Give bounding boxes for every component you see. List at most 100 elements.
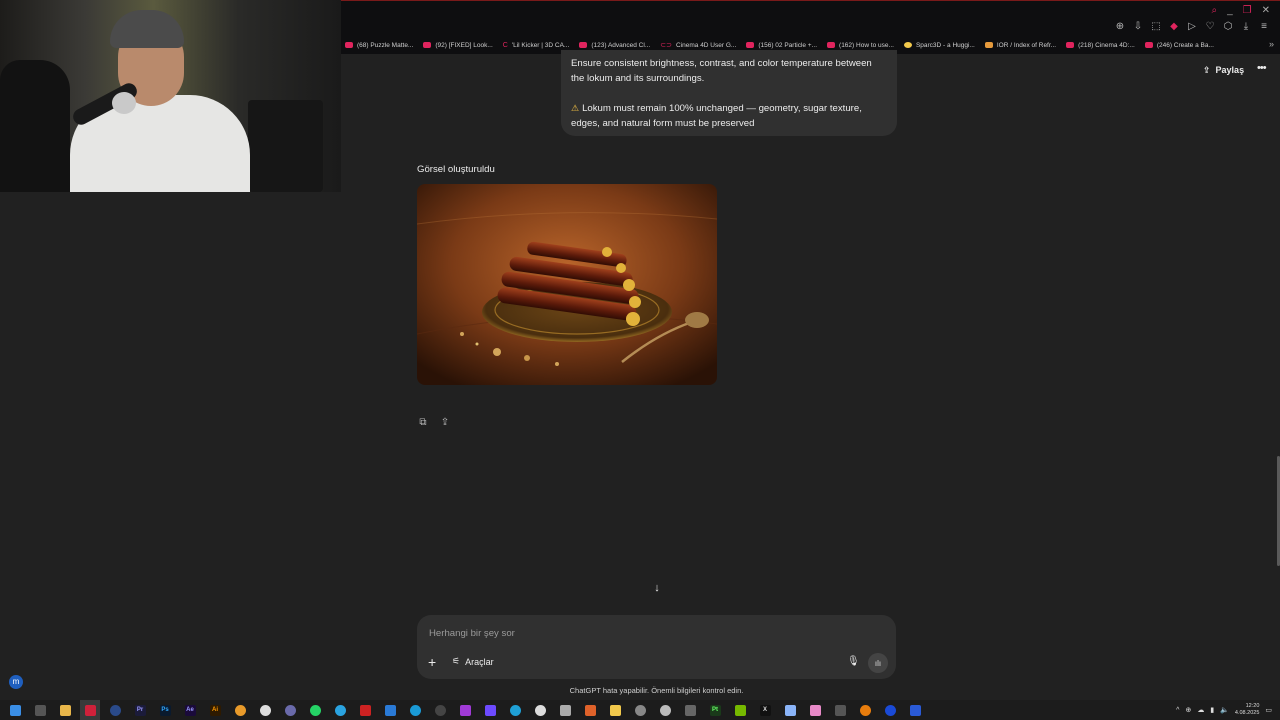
app-icon[interactable] xyxy=(680,700,700,720)
bookmark-item[interactable]: C 'Lil Kicker | 3D CA... xyxy=(503,38,570,52)
youtube-icon xyxy=(746,42,755,48)
huggingface-icon xyxy=(903,42,912,48)
cloud-icon[interactable]: ☁ xyxy=(1197,706,1204,714)
network-icon[interactable]: ⊕ xyxy=(1185,706,1191,714)
app-icon[interactable] xyxy=(555,700,575,720)
play-icon[interactable]: ▷ xyxy=(1186,21,1198,32)
window-border xyxy=(340,0,1280,1)
cube-icon[interactable]: ⬡ xyxy=(1222,21,1234,32)
zoom-icon[interactable]: ⊕ xyxy=(1114,21,1126,32)
close-icon[interactable]: ✕ xyxy=(1262,5,1270,16)
extension-icons: ⊕ ⇩ ⬚ ◆ ▷ ♡ ⬡ ⤓ ≡ xyxy=(1114,21,1270,32)
user-message-warning: ⚠ Lokum must remain 100% unchanged — geom… xyxy=(571,103,862,129)
chevron-right-icon[interactable]: » xyxy=(1269,39,1274,49)
bookmark-item[interactable]: (68) Puzzle Matte... xyxy=(345,38,413,52)
message-composer: + ⚟ Araçlar 🎙 ılı xyxy=(417,615,896,679)
scroll-down-icon[interactable]: ↓ xyxy=(649,582,665,598)
premiere-icon[interactable]: Pr xyxy=(130,700,150,720)
system-tray: ^ ⊕ ☁ ▮ 🔈 12:20 4.08.2025 ▭ xyxy=(1176,700,1272,720)
share-icon[interactable]: ⇪ xyxy=(439,416,451,428)
app-icon[interactable] xyxy=(355,700,375,720)
youtube-icon xyxy=(423,42,432,48)
microphone xyxy=(112,92,136,114)
chevron-up-icon[interactable]: ^ xyxy=(1176,707,1179,714)
share-button[interactable]: ⇪ Paylaş xyxy=(1203,62,1244,78)
shield-icon[interactable]: ◆ xyxy=(1168,21,1180,32)
minimize-icon[interactable]: _ xyxy=(1227,5,1233,16)
app-icon[interactable] xyxy=(455,700,475,720)
search-icon[interactable] xyxy=(230,700,250,720)
windows-start-icon[interactable] xyxy=(5,700,25,720)
youtube-icon xyxy=(1066,42,1075,48)
app-icon[interactable] xyxy=(905,700,925,720)
app-icon[interactable] xyxy=(780,700,800,720)
microphone-icon[interactable]: 🎙 xyxy=(847,656,860,667)
taskbar: Pr Ps Ae Ai Pt X ^ ⊕ ☁ ▮ 🔈 12:20 4.08.20… xyxy=(0,700,1280,720)
photoshop-icon[interactable]: Ps xyxy=(155,700,175,720)
notification-icon[interactable]: ▭ xyxy=(1265,706,1272,714)
blender-icon[interactable] xyxy=(855,700,875,720)
plus-icon[interactable]: + xyxy=(428,655,436,669)
edge-icon[interactable] xyxy=(505,700,525,720)
nvidia-icon[interactable] xyxy=(730,700,750,720)
copy-icon[interactable]: ⧉ xyxy=(417,416,429,428)
app-icon[interactable] xyxy=(630,700,650,720)
c4d-icon[interactable] xyxy=(880,700,900,720)
bookmark-item[interactable]: IOR / Index of Refr... xyxy=(984,38,1056,52)
window-controls: ⌕ _ ❐ ✕ xyxy=(1211,5,1270,16)
avatar[interactable]: m xyxy=(9,675,23,689)
file-explorer-icon[interactable] xyxy=(55,700,75,720)
generated-image[interactable] xyxy=(417,184,717,385)
tools-label: Araçlar xyxy=(465,656,494,667)
bookmark-item[interactable]: (218) Cinema 4D:... xyxy=(1066,38,1135,52)
more-options-icon[interactable]: ••• xyxy=(1257,62,1267,74)
app-icon[interactable] xyxy=(280,700,300,720)
disclaimer: ChatGPT hata yapabilir. Önemli bilgileri… xyxy=(569,686,744,695)
telegram-icon[interactable] xyxy=(330,700,350,720)
bookmark-item[interactable]: (92) [FIXED] Look... xyxy=(423,38,493,52)
download-icon[interactable]: ⤓ xyxy=(1240,21,1252,32)
chatgpt-icon[interactable] xyxy=(655,700,675,720)
app-icon[interactable] xyxy=(805,700,825,720)
image-generated-label: Görsel oluşturuldu xyxy=(417,164,495,175)
usb-icon[interactable]: ▮ xyxy=(1210,706,1214,714)
illustrator-icon[interactable]: Ai xyxy=(205,700,225,720)
app-icon[interactable] xyxy=(580,700,600,720)
share-label: Paylaş xyxy=(1215,65,1245,75)
speaker-icon[interactable]: 🔈 xyxy=(1220,706,1229,714)
bookmark-item[interactable]: (246) Create a Ba... xyxy=(1144,38,1214,52)
x-icon[interactable]: X xyxy=(755,700,775,720)
screenshot-icon[interactable]: ⬚ xyxy=(1150,21,1162,32)
app-icon[interactable] xyxy=(830,700,850,720)
voice-mode-icon[interactable]: ılı xyxy=(868,653,888,673)
youtube-icon xyxy=(579,42,588,48)
bookmark-item[interactable]: Sparc3D - a Huggi... xyxy=(903,38,975,52)
webcam-overlay xyxy=(0,0,341,192)
menu-icon[interactable]: ≡ xyxy=(1258,21,1270,32)
after-effects-icon[interactable]: Ae xyxy=(180,700,200,720)
task-view-icon[interactable] xyxy=(30,700,50,720)
whatsapp-icon[interactable] xyxy=(305,700,325,720)
opera-icon[interactable] xyxy=(80,700,100,720)
webcam-chair xyxy=(0,60,70,192)
proton-icon[interactable] xyxy=(480,700,500,720)
davinci-icon[interactable] xyxy=(430,700,450,720)
pin-icon[interactable]: ⇩ xyxy=(1132,21,1144,32)
tools-button[interactable]: ⚟ Araçlar xyxy=(452,656,494,667)
app-icon[interactable] xyxy=(380,700,400,720)
heart-icon[interactable]: ♡ xyxy=(1204,21,1216,32)
webcam-furniture xyxy=(248,100,323,192)
message-input[interactable] xyxy=(429,625,869,641)
chatgpt-icon[interactable] xyxy=(530,700,550,720)
restore-icon[interactable]: ❐ xyxy=(1243,5,1252,16)
app-icon[interactable] xyxy=(605,700,625,720)
youtube-icon xyxy=(345,42,353,48)
web-icon xyxy=(984,42,993,48)
search-icon[interactable]: ⌕ xyxy=(1211,5,1217,16)
cloud-icon[interactable] xyxy=(255,700,275,720)
app-icon[interactable] xyxy=(405,700,425,720)
c4d-icon: ⊂⊃ xyxy=(660,42,672,49)
painter-icon[interactable]: Pt xyxy=(705,700,725,720)
clock[interactable]: 12:20 4.08.2025 xyxy=(1235,703,1259,717)
steam-icon[interactable] xyxy=(105,700,125,720)
